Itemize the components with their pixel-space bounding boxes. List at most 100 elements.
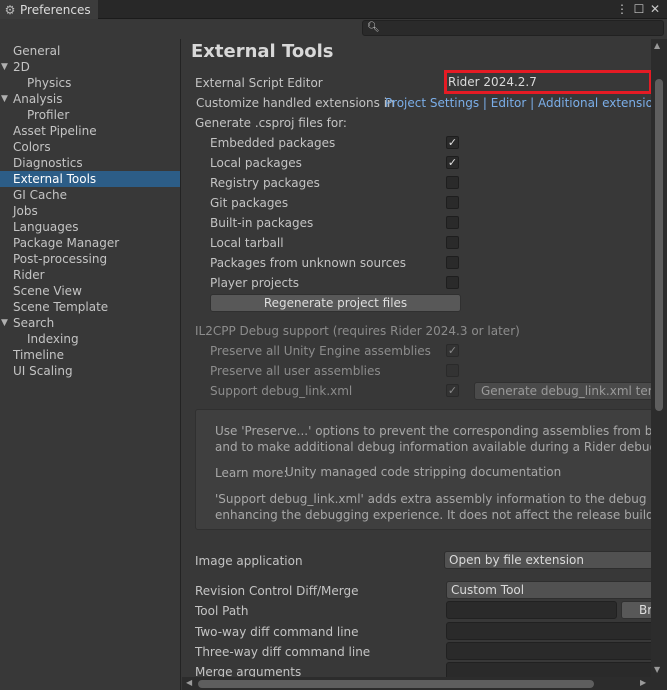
vertical-scroll-thumb[interactable] <box>655 79 663 411</box>
preferences-tab[interactable]: ⚙ Preferences <box>0 0 98 19</box>
sidebar-item-jobs[interactable]: Jobs <box>0 203 180 219</box>
sidebar-item-2d[interactable]: ▼ 2D <box>0 59 180 75</box>
caret-down-icon[interactable]: ▼ <box>1 315 8 331</box>
sidebar-item-indexing[interactable]: Indexing <box>0 331 180 347</box>
sidebar-item-rider[interactable]: Rider <box>0 267 180 283</box>
sidebar-item-timeline[interactable]: Timeline <box>0 347 180 363</box>
sidebar-item-asset-pipeline[interactable]: Asset Pipeline <box>0 123 180 139</box>
sidebar-item-gi-cache[interactable]: GI Cache <box>0 187 180 203</box>
horizontal-scrollbar[interactable]: ◀ ▶ <box>182 677 667 690</box>
revision-control-dropdown[interactable]: Custom Tool <box>446 581 667 599</box>
embedded-packages-label: Embedded packages <box>210 136 336 150</box>
help-box: Use 'Preserve...' options to prevent the… <box>195 409 667 530</box>
generate-debug-link-button[interactable]: Generate debug_link.xml templ <box>474 382 667 400</box>
close-icon[interactable]: ✕ <box>647 0 663 18</box>
player-projects-label: Player projects <box>210 276 300 290</box>
unknown-sources-checkbox[interactable] <box>446 256 459 269</box>
image-application-label: Image application <box>195 554 303 568</box>
vertical-scrollbar[interactable]: ▲ ▼ <box>651 39 667 677</box>
scroll-left-icon[interactable]: ◀ <box>186 678 192 687</box>
page-title: External Tools <box>191 41 334 62</box>
help-line-2: and to make additional debug information… <box>215 440 667 454</box>
main-panel: External Tools External Script Editor Ri… <box>182 39 667 690</box>
sidebar-item-languages[interactable]: Languages <box>0 219 180 235</box>
preserve-user-label: Preserve all user assemblies <box>210 364 381 378</box>
regenerate-project-files-button[interactable]: Regenerate project files <box>210 294 461 312</box>
local-tarball-checkbox[interactable] <box>446 236 459 249</box>
scroll-right-icon[interactable]: ▶ <box>640 678 646 687</box>
kebab-menu-icon[interactable]: ⋮ <box>614 0 630 18</box>
caret-down-icon[interactable]: ▼ <box>1 59 8 75</box>
additional-extensions-link[interactable]: Additional extensions t <box>538 96 667 110</box>
registry-packages-label: Registry packages <box>210 176 320 190</box>
image-application-dropdown[interactable]: Open by file extension <box>444 551 667 569</box>
checkmark-icon: ✓ <box>447 136 458 149</box>
highlight-box <box>444 70 652 94</box>
toolbar: 🔍︎ <box>0 19 667 39</box>
help-line-4: enhancing the debugging experience. It d… <box>215 508 667 522</box>
editor-link[interactable]: Editor <box>491 96 527 110</box>
customize-label: Customize handled extensions in <box>196 96 395 110</box>
learn-more-label: Learn more: <box>215 466 288 480</box>
tool-path-label: Tool Path <box>195 604 249 618</box>
preserve-engine-label: Preserve all Unity Engine assemblies <box>210 344 431 358</box>
sidebar-item-post-processing[interactable]: Post-processing <box>0 251 180 267</box>
checkmark-icon: ✓ <box>447 344 458 357</box>
preserve-user-checkbox[interactable] <box>446 364 459 377</box>
sidebar-item-colors[interactable]: Colors <box>0 139 180 155</box>
csproj-label: Generate .csproj files for: <box>195 116 347 130</box>
tool-path-field[interactable] <box>446 601 617 619</box>
link-separator: | <box>482 96 487 110</box>
support-debug-link-label: Support debug_link.xml <box>210 384 353 398</box>
revision-control-label: Revision Control Diff/Merge <box>195 584 359 598</box>
two-way-diff-field[interactable] <box>446 622 667 640</box>
maximize-icon[interactable]: ☐ <box>631 0 647 18</box>
three-way-diff-label: Three-way diff command line <box>195 645 371 659</box>
title-bar: ⚙ Preferences ⋮ ☐ ✕ <box>0 0 667 19</box>
local-packages-checkbox[interactable]: ✓ <box>446 156 459 169</box>
project-settings-link[interactable]: Project Settings <box>385 96 479 110</box>
checkmark-icon: ✓ <box>447 384 458 397</box>
sidebar-item-scene-view[interactable]: Scene View <box>0 283 180 299</box>
sidebar-item-scene-template[interactable]: Scene Template <box>0 299 180 315</box>
scroll-down-icon[interactable]: ▼ <box>654 665 660 674</box>
customize-links: Project Settings | Editor | Additional e… <box>385 95 667 111</box>
search-icon: 🔍︎ <box>367 22 380 33</box>
sidebar-item-diagnostics[interactable]: Diagnostics <box>0 155 180 171</box>
sidebar-item-analysis[interactable]: ▼ Analysis <box>0 91 180 107</box>
player-projects-checkbox[interactable] <box>446 276 459 289</box>
help-line-1: Use 'Preserve...' options to prevent the… <box>215 424 667 438</box>
git-packages-checkbox[interactable] <box>446 196 459 209</box>
sidebar-item-physics[interactable]: Physics <box>0 75 180 91</box>
two-way-diff-label: Two-way diff command line <box>195 625 359 639</box>
tab-title: Preferences <box>20 2 91 17</box>
built-in-packages-label: Built-in packages <box>210 216 314 230</box>
three-way-diff-field[interactable] <box>446 642 667 660</box>
il2cpp-label: IL2CPP Debug support (requires Rider 202… <box>195 324 520 338</box>
sidebar-item-search[interactable]: ▼ Search <box>0 315 180 331</box>
horizontal-scroll-thumb[interactable] <box>198 680 594 688</box>
git-packages-label: Git packages <box>210 196 289 210</box>
link-separator: | <box>530 96 535 110</box>
checkmark-icon: ✓ <box>447 156 458 169</box>
sidebar-item-ui-scaling[interactable]: UI Scaling <box>0 363 180 379</box>
local-tarball-label: Local tarball <box>210 236 284 250</box>
preserve-engine-checkbox[interactable]: ✓ <box>446 344 459 357</box>
script-editor-label: External Script Editor <box>195 76 323 90</box>
sidebar-item-profiler[interactable]: Profiler <box>0 107 180 123</box>
sidebar-item-external-tools[interactable]: External Tools <box>0 171 180 187</box>
sidebar: General ▼ 2D Physics ▼ Analysis Profiler A… <box>0 39 181 690</box>
sidebar-item-package-manager[interactable]: Package Manager <box>0 235 180 251</box>
gear-icon: ⚙ <box>4 2 16 17</box>
caret-down-icon[interactable]: ▼ <box>1 91 8 107</box>
stripping-docs-link[interactable]: Unity managed code stripping documentati… <box>285 464 561 480</box>
scroll-up-icon[interactable]: ▲ <box>654 41 660 50</box>
sidebar-item-general[interactable]: General <box>0 43 180 59</box>
search-input[interactable]: 🔍︎ <box>362 20 664 36</box>
built-in-packages-checkbox[interactable] <box>446 216 459 229</box>
help-line-3: 'Support debug_link.xml' adds extra asse… <box>215 492 667 506</box>
unknown-sources-label: Packages from unknown sources <box>210 256 406 270</box>
support-debug-link-checkbox[interactable]: ✓ <box>446 384 459 397</box>
registry-packages-checkbox[interactable] <box>446 176 459 189</box>
embedded-packages-checkbox[interactable]: ✓ <box>446 136 459 149</box>
